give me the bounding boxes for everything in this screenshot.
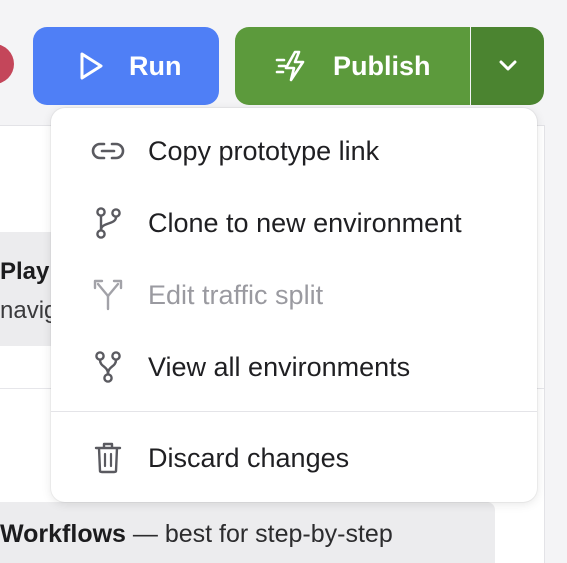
menu-item-label: Copy prototype link [148, 135, 380, 166]
playground-card-subtitle: navig [0, 297, 58, 324]
menu-item-clone-to-new-environment[interactable]: Clone to new environment [51, 193, 537, 253]
workflows-option-title: Workflows [0, 520, 126, 548]
menu-item-label: Clone to new environment [148, 207, 462, 238]
publish-button[interactable]: Publish [235, 27, 470, 105]
publish-options-menu: Copy prototype link Clone to new environ… [51, 108, 537, 502]
publish-button-label: Publish [333, 50, 431, 81]
workflows-option-text: Workflows — best for step-by-step [0, 520, 393, 549]
menu-divider [51, 411, 537, 412]
run-button-label: Run [129, 50, 182, 81]
app-canvas: Play navig Workflows — best for step-by-… [0, 0, 567, 563]
git-fork-icon [91, 350, 125, 384]
run-button[interactable]: Run [33, 27, 219, 105]
menu-item-view-all-environments[interactable]: View all environments [51, 337, 537, 397]
trash-icon [91, 441, 125, 475]
link-icon [91, 134, 125, 168]
play-icon [77, 50, 105, 82]
chevron-down-icon [498, 59, 518, 73]
menu-item-discard-changes[interactable]: Discard changes [51, 428, 537, 488]
menu-item-label: Discard changes [148, 442, 350, 473]
avatar[interactable] [0, 44, 14, 84]
menu-item-edit-traffic-split: Edit traffic split [51, 265, 537, 325]
menu-item-label: Edit traffic split [148, 279, 324, 310]
menu-item-copy-prototype-link[interactable]: Copy prototype link [51, 121, 537, 181]
workflows-option-description: — best for step-by-step [125, 520, 393, 548]
lightning-icon [275, 49, 311, 83]
menu-item-label: View all environments [148, 351, 411, 382]
playground-card-title: Play [0, 258, 50, 285]
split-icon [91, 278, 125, 312]
publish-options-button[interactable] [471, 27, 544, 105]
git-branch-icon [91, 206, 125, 240]
